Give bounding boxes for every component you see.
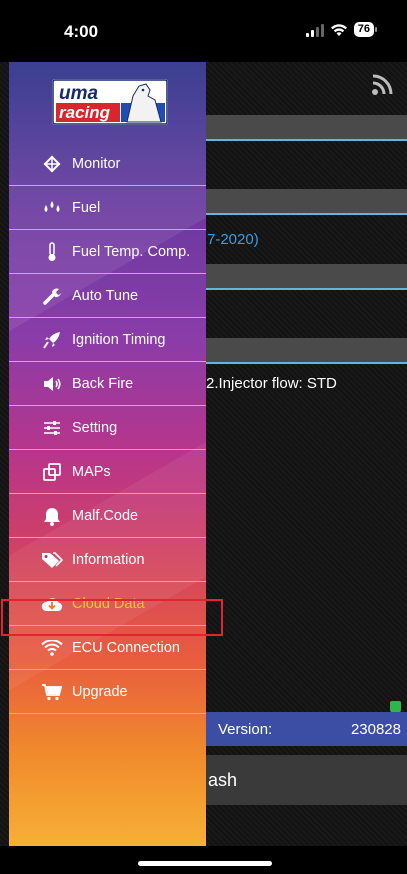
check-icon [390,701,401,712]
version-bar: Version: 230828 [206,712,407,746]
menu-item-setting[interactable]: Setting [9,406,206,450]
copy-icon [39,461,65,483]
side-drawer: uma racing Monitor Fuel Fuel Temp. Comp. [9,62,206,846]
divider-line [206,288,407,290]
menu-item-label: Back Fire [72,375,134,392]
menu-item-label: Monitor [72,155,121,172]
menu-item-label: Auto Tune [72,287,139,304]
menu-item-label: Information [72,551,145,568]
menu-item-monitor[interactable]: Monitor [9,142,206,186]
menu-item-label: Ignition Timing [72,331,166,348]
menu-item-auto-tune[interactable]: Auto Tune [9,274,206,318]
engine-icon [39,153,65,175]
menu-item-label: Setting [72,419,118,436]
menu-item-fuel-temp-comp[interactable]: Fuel Temp. Comp. [9,230,206,274]
menu-item-label: Malf.Code [72,507,139,524]
menu-item-fuel[interactable]: Fuel [9,186,206,230]
divider-line [206,139,407,141]
thermometer-icon [39,241,65,263]
home-indicator-area [0,846,407,874]
wrench-icon [39,285,65,307]
bell-icon [39,505,65,527]
droplets-icon [39,197,65,219]
wifi-status-icon [330,23,347,36]
rss-icon[interactable] [371,74,393,96]
header-bar [206,115,407,139]
menu-item-label: ECU Connection [72,639,180,656]
menu-item-label: Fuel Temp. Comp. [72,243,191,260]
speaker-icon [39,373,65,395]
header-bar [206,189,407,213]
cellular-signal-icon [305,23,324,37]
header-bar [206,338,407,362]
battery-level: 76 [353,22,374,37]
menu-item-malf-code[interactable]: Malf.Code [9,494,206,538]
menu-item-upgrade[interactable]: Upgrade [9,670,206,714]
menu-item-information[interactable]: Information [9,538,206,582]
uma-racing-logo: uma racing [52,79,168,125]
status-icons: 76 [305,22,377,37]
wifi-icon [39,637,65,659]
menu-item-maps[interactable]: MAPs [9,450,206,494]
divider-line [206,213,407,215]
model-year-text: 7-2020) [207,231,259,248]
flash-button-label: ash [208,769,238,790]
flash-button[interactable]: ash [206,755,407,805]
tags-icon [39,549,65,571]
battery-indicator: 76 [353,22,377,37]
menu-item-label: Fuel [72,199,101,216]
status-bar: 4:00 76 [0,0,407,62]
injector-flow-text: 2.Injector flow: STD [206,375,337,392]
rocket-icon [39,329,65,351]
svg-text:racing: racing [59,103,111,122]
svg-text:uma: uma [59,83,99,104]
menu-item-back-fire[interactable]: Back Fire [9,362,206,406]
status-time: 4:00 [64,22,99,41]
selection-highlight [1,599,223,636]
cart-icon [39,681,65,703]
divider-line [206,362,407,364]
menu-item-ignition-timing[interactable]: Ignition Timing [9,318,206,362]
menu-item-label: Upgrade [72,683,128,700]
sliders-icon [39,417,65,439]
version-label: Version: [218,720,273,738]
home-indicator[interactable] [138,861,272,866]
version-value: 230828 [350,720,401,738]
menu-item-label: MAPs [72,463,111,480]
header-bar [206,264,407,288]
